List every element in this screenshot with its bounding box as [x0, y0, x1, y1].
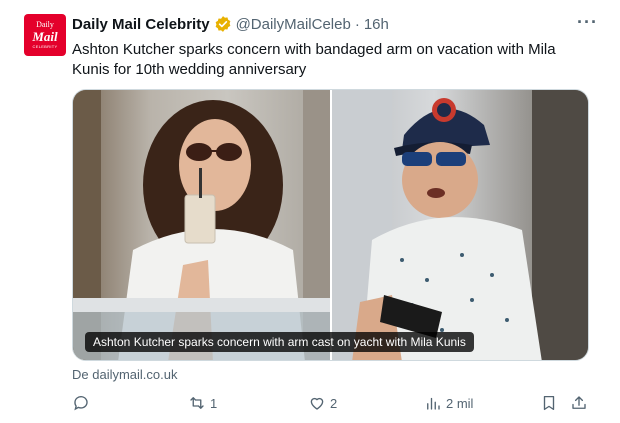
photo-mila-kunis[interactable]: [73, 90, 330, 360]
tweet-header: Daily Mail Celebrity @DailyMailCeleb · 1…: [72, 15, 389, 33]
share-button[interactable]: [570, 394, 588, 412]
views-icon: [427, 397, 440, 410]
like-count: 2: [330, 395, 338, 411]
retweet-button[interactable]: 1: [188, 394, 217, 412]
avatar[interactable]: Daily Mail CELEBRITY: [24, 14, 66, 56]
author-name[interactable]: Daily Mail Celebrity: [72, 16, 210, 33]
action-bar: 1 2 2 mil: [72, 394, 592, 416]
media-gallery[interactable]: Ashton Kutcher sparks concern with arm c…: [72, 89, 589, 361]
tweet: Daily Mail CELEBRITY Daily Mail Celebrit…: [0, 0, 620, 423]
share-icon: [572, 396, 586, 409]
separator-dot: ·: [354, 15, 360, 33]
timestamp[interactable]: 16h: [364, 16, 389, 33]
avatar-line-2: Mail: [32, 29, 58, 44]
bookmark-icon: [543, 395, 555, 411]
avatar-line-1: Daily: [36, 20, 54, 29]
more-icon[interactable]: ···: [577, 12, 598, 33]
tweet-text: Ashton Kutcher sparks concern with banda…: [72, 41, 556, 78]
retweet-icon: [190, 397, 204, 409]
like-icon: [310, 397, 324, 410]
link-source[interactable]: De dailymail.co.uk: [72, 367, 178, 382]
media-caption: Ashton Kutcher sparks concern with arm c…: [85, 332, 474, 352]
like-button[interactable]: 2: [308, 394, 337, 412]
verified-badge-icon[interactable]: [214, 15, 232, 33]
photo-ashton-kutcher[interactable]: [332, 90, 588, 360]
retweet-count: 1: [210, 395, 218, 411]
views-button[interactable]: 2 mil: [424, 394, 473, 412]
bookmark-button[interactable]: [540, 394, 558, 412]
reply-button[interactable]: [72, 394, 94, 412]
author-handle[interactable]: @DailyMailCeleb: [236, 16, 351, 33]
reply-icon: [74, 396, 88, 411]
views-count: 2 mil: [446, 395, 474, 411]
avatar-line-3: CELEBRITY: [32, 44, 58, 49]
